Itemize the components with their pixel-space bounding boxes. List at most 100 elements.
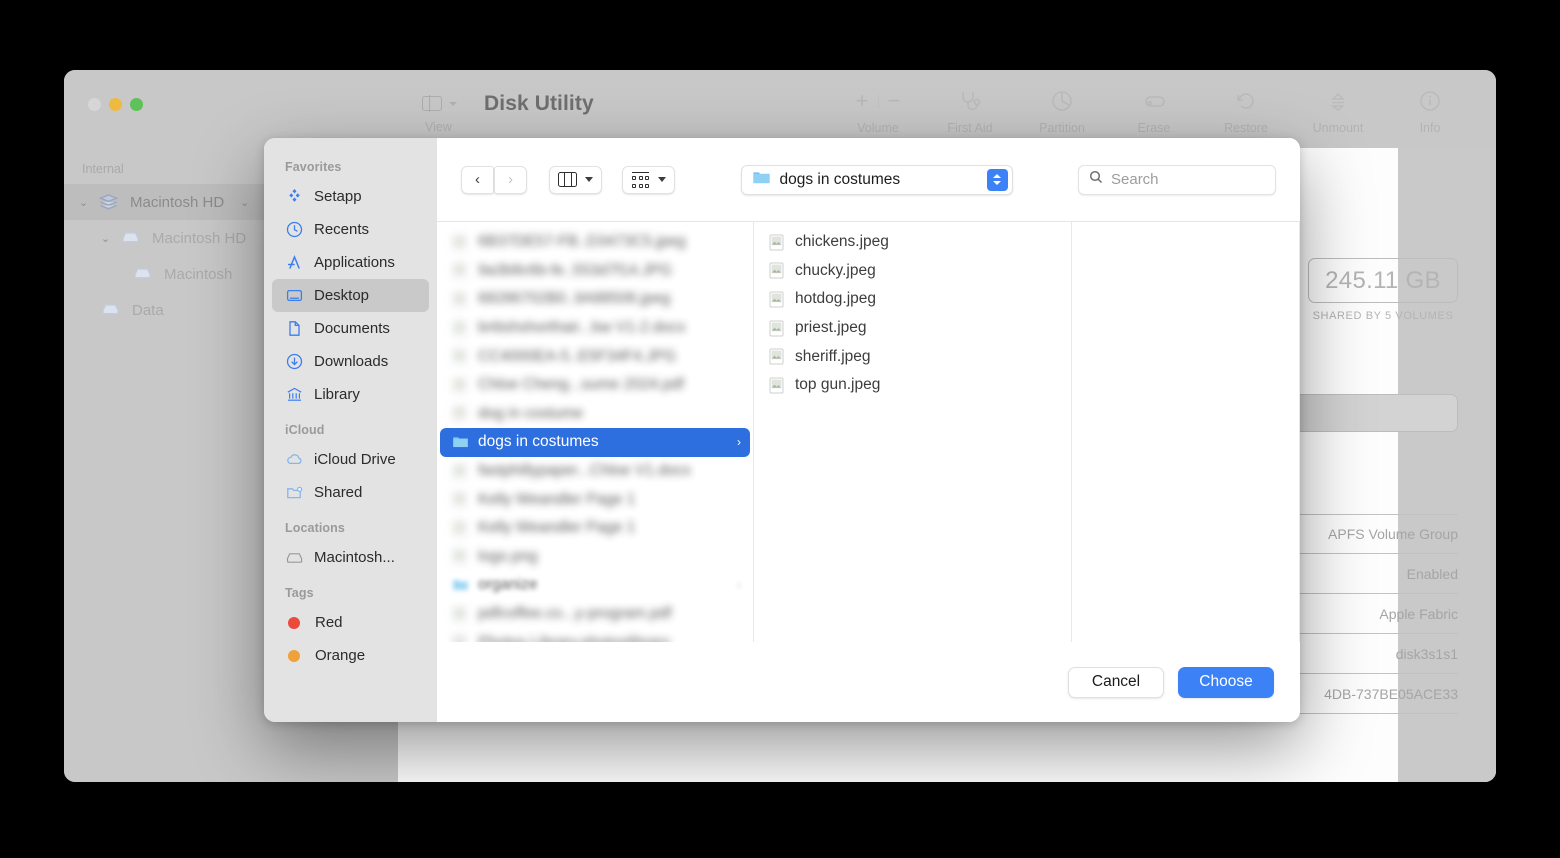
view-mode-button[interactable] (549, 165, 602, 194)
sidebar-item-setapp[interactable]: Setapp (272, 180, 429, 213)
chevron-down-icon (585, 177, 593, 182)
path-popup-stepper[interactable] (986, 168, 1008, 191)
toolbar-first-aid-button[interactable]: First Aid (924, 90, 1016, 135)
stethoscope-icon (958, 90, 982, 112)
sidebar-item-applications[interactable]: Applications (272, 246, 429, 279)
dialog-main: ‹ › dogs in costumes Search 6B37DE57-FB.… (437, 138, 1300, 722)
image-file-icon (769, 262, 786, 279)
column-1[interactable]: 6B37DE57-FB..D3473C5.jpeg 9a3b8c6b-fe..55… (437, 222, 754, 642)
toolbar-partition-button[interactable]: Partition (1016, 90, 1108, 135)
disclosure-triangle-icon[interactable]: ⌄ (100, 232, 111, 245)
folder-row[interactable]: dogs in costumes › (440, 428, 750, 457)
toolbar-info-label: Info (1419, 121, 1441, 135)
file-row[interactable]: pdfcoffee.co...y-program.pdf (440, 600, 750, 629)
image-file-icon (769, 320, 786, 337)
search-icon (1089, 170, 1103, 189)
sidebar-item-shared[interactable]: Shared (272, 476, 429, 509)
chevron-right-icon: › (737, 435, 741, 450)
file-row[interactable]: britishshorthair...bw V1-2.docx (440, 314, 750, 343)
file-row[interactable]: CC4000EA-5..E5F34F4.JPG (440, 342, 750, 371)
sidebar-group-locations: Locations (285, 521, 345, 535)
column-view-icon (558, 171, 577, 188)
sidebar-item-label: Applications (314, 254, 395, 271)
toolbar-erase-label: Erase (1137, 121, 1171, 135)
file-row[interactable]: fastphillypaper...Chloe V1.docx (440, 457, 750, 486)
file-row[interactable]: sheriff.jpeg (757, 342, 1068, 371)
toolbar-partition-label: Partition (1039, 121, 1085, 135)
file-row[interactable]: Kelly Weandler Page 1 (440, 514, 750, 543)
sidebar-item-documents[interactable]: Documents (272, 312, 429, 345)
plus-minus-icon: + − (855, 88, 901, 113)
unmount-eject-icon (1327, 90, 1349, 112)
file-name: Kelly Weandler Page 1 (478, 490, 636, 508)
tag-dot-icon (288, 649, 300, 662)
toolbar-unmount-label: Unmount (1312, 121, 1364, 135)
file-name: chucky.jpeg (795, 261, 876, 279)
path-popup-button[interactable]: dogs in costumes (740, 164, 1013, 195)
dialog-sidebar[interactable]: Favorites Setapp Recents Applications De… (264, 138, 437, 722)
library-icon (285, 385, 304, 404)
file-row[interactable]: chickens.jpeg (757, 228, 1068, 257)
pdf-file-icon (452, 377, 469, 394)
page-file-icon (452, 520, 469, 537)
file-row[interactable]: priest.jpeg (757, 314, 1068, 343)
path-popup-label: dogs in costumes (779, 170, 901, 188)
search-input[interactable]: Search (1078, 164, 1276, 195)
chevron-down-icon (449, 101, 457, 106)
sidebar-toggle-button[interactable] (422, 95, 457, 112)
sidebar-item-icloud-drive[interactable]: iCloud Drive (272, 443, 429, 476)
sidebar-item-tag-red[interactable]: Red (272, 606, 429, 639)
sidebar-item-library[interactable]: Library (272, 378, 429, 411)
file-name: CC4000EA-5..E5F34F4.JPG (478, 347, 677, 365)
file-row[interactable]: 68286702B0..9A88506.jpeg (440, 285, 750, 314)
forward-button[interactable]: › (494, 165, 527, 194)
toolbar-restore-button[interactable]: Restore (1200, 90, 1292, 135)
capacity-badge: 245.11 GB (1308, 258, 1458, 303)
sidebar-item-desktop[interactable]: Desktop (272, 279, 429, 312)
group-by-icon (631, 171, 650, 188)
tag-dot-icon (288, 616, 300, 629)
file-row[interactable]: Kelly Weandler Page 1 (440, 485, 750, 514)
sidebar-item-label: Macintosh HD (130, 193, 225, 211)
column-3[interactable] (1072, 222, 1300, 642)
group-by-button[interactable] (622, 165, 675, 194)
file-row[interactable]: chucky.jpeg (757, 257, 1068, 286)
toolbar-erase-button[interactable]: Erase (1108, 90, 1200, 135)
file-name: Kelly Weandler Page 1 (478, 519, 636, 537)
image-file-icon (452, 405, 469, 422)
cloud-icon (285, 450, 304, 469)
zoom-button[interactable] (130, 98, 143, 111)
file-row[interactable]: 6B37DE57-FB..D3473C5.jpeg (440, 228, 750, 257)
file-row[interactable]: Photos Library.photoslibrary (440, 628, 750, 642)
toolbar-info-button[interactable]: Info (1384, 90, 1476, 135)
cancel-button[interactable]: Cancel (1068, 666, 1164, 698)
file-row[interactable]: logo.png (440, 543, 750, 572)
sidebar-item-recents[interactable]: Recents (272, 213, 429, 246)
sidebar-item-macintosh-hd[interactable]: Macintosh... (272, 541, 429, 574)
disclosure-triangle-icon[interactable]: ⌄ (78, 196, 89, 209)
setapp-icon (285, 187, 304, 206)
file-row[interactable]: top gun.jpeg (757, 371, 1068, 400)
sidebar-item-label: Recents (314, 221, 370, 238)
toolbar-volume-button[interactable]: + − Volume (832, 88, 924, 136)
file-name: priest.jpeg (795, 319, 867, 337)
file-chooser-dialog: Favorites Setapp Recents Applications De… (264, 138, 1300, 722)
disk-utility-toolbar: + − Volume First Aid Partition Erase Res… (832, 88, 1476, 136)
file-name: top gun.jpeg (795, 376, 881, 394)
toolbar-unmount-button[interactable]: Unmount (1292, 90, 1384, 135)
image-file-icon (452, 348, 469, 365)
applications-icon (285, 253, 304, 272)
sidebar-item-tag-orange[interactable]: Orange (272, 639, 429, 672)
column-2[interactable]: chickens.jpeg chucky.jpeg hotdog.jpeg pries… (754, 222, 1072, 642)
folder-row[interactable]: organize › (440, 571, 750, 600)
file-row[interactable]: Chloe Cheng...sume 2024.pdf (440, 371, 750, 400)
file-row[interactable]: dog in costume (440, 400, 750, 429)
minimize-button[interactable] (109, 98, 122, 111)
file-row[interactable]: 9a3b8c6b-fe..553d7f14.JPG (440, 257, 750, 286)
sidebar-item-downloads[interactable]: Downloads (272, 345, 429, 378)
file-row[interactable]: hotdog.jpeg (757, 285, 1068, 314)
capacity-subtitle: SHARED BY 5 VOLUMES (1312, 310, 1454, 322)
sidebar-item-label: Desktop (314, 287, 370, 304)
choose-button[interactable]: Choose (1178, 666, 1274, 698)
back-button[interactable]: ‹ (461, 165, 494, 194)
